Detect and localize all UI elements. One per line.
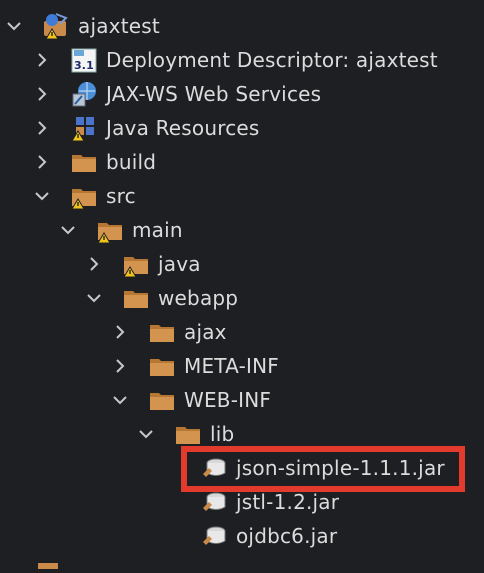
tree-item-ajaxtest[interactable]: ajaxtest	[0, 9, 484, 43]
tree-item-webapp[interactable]: webapp	[0, 281, 484, 315]
java-resources-warning-icon	[70, 114, 98, 142]
tree-item-label: main	[132, 218, 183, 242]
project-explorer-tree: ajaxtest 3.1 Deployment Descriptor: ajax…	[0, 0, 484, 569]
chevron-down-icon[interactable]	[34, 188, 50, 204]
tree-item-meta-inf[interactable]: META-INF	[0, 349, 484, 383]
tree-item-label: JAX-WS Web Services	[106, 82, 322, 106]
tree-item-src[interactable]: src	[0, 179, 484, 213]
tree-item-label: ajax	[184, 320, 227, 344]
highlight-box	[181, 446, 465, 492]
folder-icon	[148, 318, 176, 346]
tree-item-web-inf[interactable]: WEB-INF	[0, 383, 484, 417]
chevron-right-icon[interactable]	[34, 52, 50, 68]
deployment-descriptor-icon: 3.1	[70, 46, 98, 74]
tree-item-label: webapp	[158, 286, 239, 310]
tree-item-label: Deployment Descriptor: ajaxtest	[106, 48, 438, 72]
chevron-down-icon[interactable]	[138, 426, 154, 442]
web-services-icon	[70, 80, 98, 108]
folder-icon	[174, 420, 202, 448]
tree-item-label: build	[106, 150, 157, 174]
chevron-right-icon[interactable]	[34, 86, 50, 102]
tree-item-label: src	[106, 184, 136, 208]
svg-text:3.1: 3.1	[74, 59, 94, 72]
chevron-down-icon[interactable]	[6, 18, 22, 34]
tree-item-ojdbc6-jar[interactable]: ojdbc6.jar	[0, 519, 484, 553]
tree-item-label: Java Resources	[106, 116, 260, 140]
tree-item-label: WEB-INF	[184, 388, 272, 412]
chevron-right-icon[interactable]	[34, 154, 50, 170]
chevron-down-icon[interactable]	[86, 290, 102, 306]
jar-icon	[200, 522, 228, 550]
chevron-right-icon[interactable]	[34, 120, 50, 136]
web-project-warning-icon	[42, 12, 70, 40]
chevron-right-icon[interactable]	[112, 358, 128, 374]
top-edge	[0, 0, 484, 8]
folder-warning-icon	[96, 216, 124, 244]
tree-item-jax-ws[interactable]: JAX-WS Web Services	[0, 77, 484, 111]
chevron-right-icon[interactable]	[86, 256, 102, 272]
tree-item-java-resources[interactable]: Java Resources	[0, 111, 484, 145]
clipped-item-fragment	[26, 554, 66, 569]
tree-item-ajax[interactable]: ajax	[0, 315, 484, 349]
folder-warning-icon	[70, 182, 98, 210]
tree-item-label: ojdbc6.jar	[236, 524, 338, 548]
chevron-down-icon[interactable]	[112, 392, 128, 408]
chevron-right-icon[interactable]	[112, 324, 128, 340]
jar-icon	[200, 488, 228, 516]
chevron-down-icon[interactable]	[60, 222, 76, 238]
folder-icon	[122, 284, 150, 312]
folder-warning-icon	[122, 250, 150, 278]
folder-icon	[148, 386, 176, 414]
tree-item-build[interactable]: build	[0, 145, 484, 179]
tree-item-java[interactable]: java	[0, 247, 484, 281]
tree-item-label: META-INF	[184, 354, 279, 378]
tree-item-label: ajaxtest	[78, 14, 160, 38]
tree-item-deployment-descriptor[interactable]: 3.1 Deployment Descriptor: ajaxtest	[0, 43, 484, 77]
tree-item-label: java	[158, 252, 201, 276]
folder-icon	[148, 352, 176, 380]
folder-icon	[70, 148, 98, 176]
tree-item-main[interactable]: main	[0, 213, 484, 247]
